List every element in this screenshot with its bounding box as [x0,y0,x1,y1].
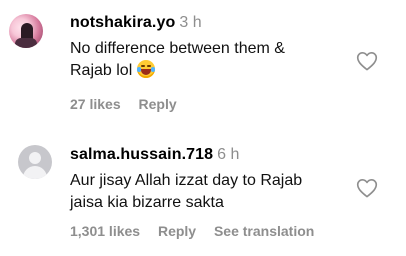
heart-outline-icon[interactable] [356,51,378,71]
comment-item: salma.hussain.718 6 h Aur jisay Allah izz… [0,128,406,256]
comment-text-fragment: Rajab lol [70,62,133,79]
reply-button[interactable]: Reply [139,96,177,112]
comment-header: salma.hussain.718 6 h [70,146,239,164]
see-translation-button[interactable]: See translation [214,223,314,239]
comment-text: No difference between them & Rajab lol [70,38,370,82]
likes-count[interactable]: 27 likes [70,96,121,112]
reply-button[interactable]: Reply [158,223,196,239]
comment-header: notshakira.yo 3 h [70,14,202,32]
username[interactable]: notshakira.yo [70,14,175,31]
avatar-head [29,152,41,164]
comment-text-line: Rajab lol [70,60,370,82]
comment-text-line: jaisa kia bizarre sakta [70,194,224,211]
comment-actions: 27 likes Reply [70,96,191,112]
timestamp: 6 h [217,146,240,163]
avatar-shoulders [23,166,47,179]
heart-outline-icon[interactable] [356,178,378,198]
comment-text-line: No difference between them & [70,40,285,57]
username[interactable]: salma.hussain.718 [70,146,213,163]
comment-item: notshakira.yo 3 h No difference between t… [0,0,406,128]
comment-actions: 1,301 likes Reply See translation [70,223,328,239]
comment-text: Aur jisay Allah izzat day to Rajab jaisa… [70,170,370,214]
avatar[interactable] [9,14,43,48]
avatar-accent [15,38,37,48]
timestamp: 3 h [179,14,202,31]
default-avatar-icon[interactable] [18,145,52,179]
laughing-tears-emoji-icon [136,60,155,78]
comment-text-line: Aur jisay Allah izzat day to Rajab [70,172,303,189]
likes-count[interactable]: 1,301 likes [70,223,140,239]
